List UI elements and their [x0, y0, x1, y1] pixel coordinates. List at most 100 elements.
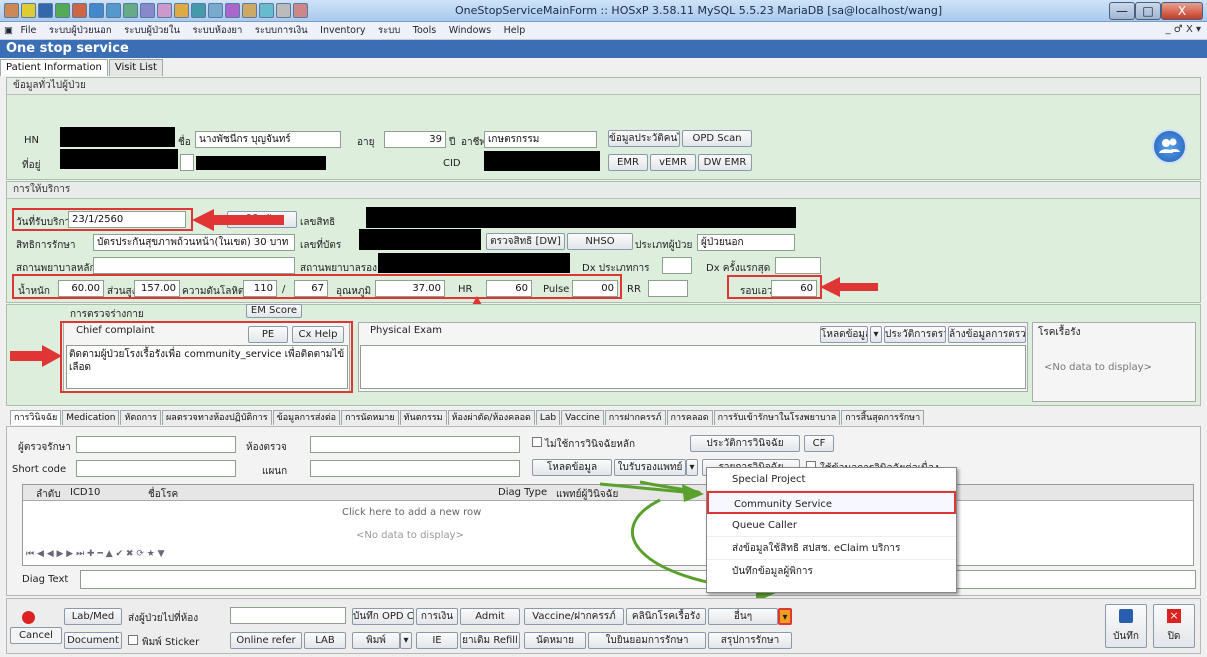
lab-icon[interactable] [106, 3, 121, 18]
height-field[interactable]: 157.00 [134, 280, 180, 297]
close-button[interactable]: X [1161, 2, 1203, 20]
main-diag-checkbox[interactable] [532, 437, 542, 447]
opd-icon[interactable] [72, 3, 87, 18]
sticker-checkbox[interactable] [128, 635, 138, 645]
tab-referral[interactable]: ข้อมูลการส่งต่อ [272, 410, 341, 425]
xray-icon[interactable] [123, 3, 138, 18]
schedule-icon[interactable] [208, 3, 223, 18]
tab-lab-result[interactable]: ผลตรวจทางห้องปฏิบัติการ [162, 410, 272, 425]
menu-item-system[interactable]: ระบบ [378, 22, 400, 40]
emr-button[interactable]: EMR [608, 154, 648, 171]
tab-diagnosis[interactable]: การวินิจฉัย [10, 410, 62, 425]
menu-queue-caller[interactable]: Queue Caller [707, 514, 956, 537]
visit-date-field[interactable]: 23/1/2560 [68, 211, 186, 228]
finance-button[interactable]: การเงิน [416, 608, 458, 625]
dwemr-button[interactable]: DW EMR [698, 154, 752, 171]
menu-item-opd[interactable]: ระบบผู้ป่วยนอก [49, 22, 112, 40]
app-icon[interactable] [4, 3, 19, 18]
pe-clear-button[interactable]: ล้างข้อมูลการตรวจ [948, 326, 1026, 343]
chronic-button[interactable]: คลินิกโรคเรื้อรัง [626, 608, 706, 625]
ipd-icon[interactable] [89, 3, 104, 18]
tab-patient-information[interactable]: Patient Information [0, 59, 108, 76]
queue-icon[interactable] [191, 3, 206, 18]
tab-procedure[interactable]: หัตถการ [120, 410, 162, 425]
age-field[interactable]: 39 [384, 131, 446, 148]
tab-operation[interactable]: ห้องผ่าตัด/ห้องคลอด [447, 410, 535, 425]
cf-button[interactable]: CF [804, 435, 834, 452]
menu-item-finance[interactable]: ระบบการเงิน [255, 22, 308, 40]
tab-appointment[interactable]: การนัดหมาย [341, 410, 399, 425]
vemr-button[interactable]: vEMR [650, 154, 696, 171]
minimize-button[interactable]: — [1109, 2, 1135, 20]
print-dropdown[interactable]: ▾ [400, 632, 412, 649]
admit-button[interactable]: Admit [460, 608, 520, 625]
finance-icon[interactable] [174, 3, 189, 18]
home-icon[interactable] [242, 3, 257, 18]
waist-field[interactable]: 60 [771, 280, 817, 297]
menu-item-pharmacy[interactable]: ระบบห้องยา [193, 22, 243, 40]
tab-discharge[interactable]: การสิ้นสุดการรักษา [841, 410, 925, 425]
consent-button[interactable]: ใบยินยอมการรักษา [588, 632, 706, 649]
document-button[interactable]: Document [64, 632, 122, 649]
pe-textarea[interactable] [360, 345, 1026, 389]
pe-history-button[interactable]: ประวัติการตรวจ [884, 326, 946, 343]
tab-vaccine[interactable]: Vaccine [561, 410, 604, 425]
bp-diastolic-field[interactable]: 67 [294, 280, 328, 297]
patient-icon[interactable] [38, 3, 53, 18]
opd-card-button[interactable]: บันทึก OPD Card [352, 608, 414, 625]
window-icon[interactable] [276, 3, 291, 18]
weight-field[interactable]: 60.00 [58, 280, 104, 297]
patient-info-button[interactable]: ข้อมูลประวัติคนไข้ [608, 130, 680, 147]
em-score-button[interactable]: EM Score [246, 304, 302, 318]
temp-field[interactable]: 37.00 [375, 280, 445, 297]
maximize-button[interactable]: □ [1135, 2, 1161, 20]
online-refer-button[interactable]: Online refer [230, 632, 302, 649]
pe-template-dropdown[interactable]: ▾ [870, 326, 882, 343]
dx-type-field[interactable] [662, 257, 692, 274]
doctor-select[interactable] [76, 436, 236, 453]
lab-button[interactable]: LAB [304, 632, 346, 649]
menu-item-windows[interactable]: Windows [449, 22, 491, 40]
tab-dental[interactable]: ทันตกรรม [399, 410, 447, 425]
print-button[interactable]: พิมพ์ [352, 632, 400, 649]
ie-button[interactable]: IE [416, 632, 458, 649]
main-hosp-field[interactable] [93, 257, 295, 274]
lab-med-button[interactable]: Lab/Med [64, 608, 122, 625]
nhso-button[interactable]: NHSO [567, 233, 633, 250]
pulse-field[interactable]: 00 [572, 280, 618, 297]
tab-delivery[interactable]: การคลอด [666, 410, 713, 425]
cc-textarea[interactable]: ติดตามผู้ป่วยโรงเรื้อรังเพื่อ community_… [66, 345, 348, 389]
menu-item-ipd[interactable]: ระบบผู้ป่วยใน [124, 22, 180, 40]
menu-community-service[interactable]: Community Service [707, 491, 956, 514]
menu-app-icon[interactable]: ▣ [4, 22, 13, 40]
grid-navigator[interactable]: ⏮ ◀ ◀ ▶ ▶ ⏭ ✚ ━ ▲ ✔ ✖ ⟳ ★ ▼ [26, 549, 165, 559]
name-field[interactable]: นางพัชนีกร บุญจันทร์ [195, 131, 341, 148]
tab-medication[interactable]: Medication [62, 410, 120, 425]
short-code-field[interactable] [76, 460, 236, 477]
pe-template-button[interactable]: โหลดข้อมูล [820, 326, 868, 343]
rr-field[interactable] [648, 280, 688, 297]
cancel-button[interactable]: Cancel [10, 627, 62, 644]
chart-icon[interactable] [225, 3, 240, 18]
tab-admit[interactable]: การรับเข้ารักษาในโรงพยาบาล [713, 410, 841, 425]
pe-button[interactable]: PE [248, 326, 288, 343]
patient-type-select[interactable]: ผู้ป่วยนอก [697, 234, 795, 251]
more-dropdown-button[interactable]: ▾ [778, 608, 792, 625]
user-icon[interactable] [293, 3, 308, 18]
queue-select[interactable] [230, 607, 346, 624]
users-icon[interactable] [1152, 129, 1187, 164]
mdi-controls[interactable]: _ ♂ X ▾ [1166, 24, 1201, 35]
settings-icon[interactable] [259, 3, 274, 18]
tab-anc[interactable]: การฝากครรภ์ [604, 410, 666, 425]
tab-visit-list[interactable]: Visit List [108, 59, 163, 76]
bp-systolic-field[interactable]: 110 [243, 280, 277, 297]
summary-button[interactable]: สรุปการรักษา [708, 632, 792, 649]
drug-icon[interactable] [157, 3, 172, 18]
menu-eclaim[interactable]: ส่งข้อมูลใช้สิทธิ สปสช. eClaim บริการ [707, 537, 956, 560]
occupation-field[interactable]: เกษตรกรรม [484, 131, 597, 148]
menu-item-help[interactable]: Help [504, 22, 526, 40]
appointment-button[interactable]: นัดหมาย [524, 632, 586, 649]
refill-button[interactable]: ยาเดิม Refill [460, 632, 520, 649]
tab-lab[interactable]: Lab [535, 410, 561, 425]
dx-date-field[interactable] [775, 257, 821, 274]
